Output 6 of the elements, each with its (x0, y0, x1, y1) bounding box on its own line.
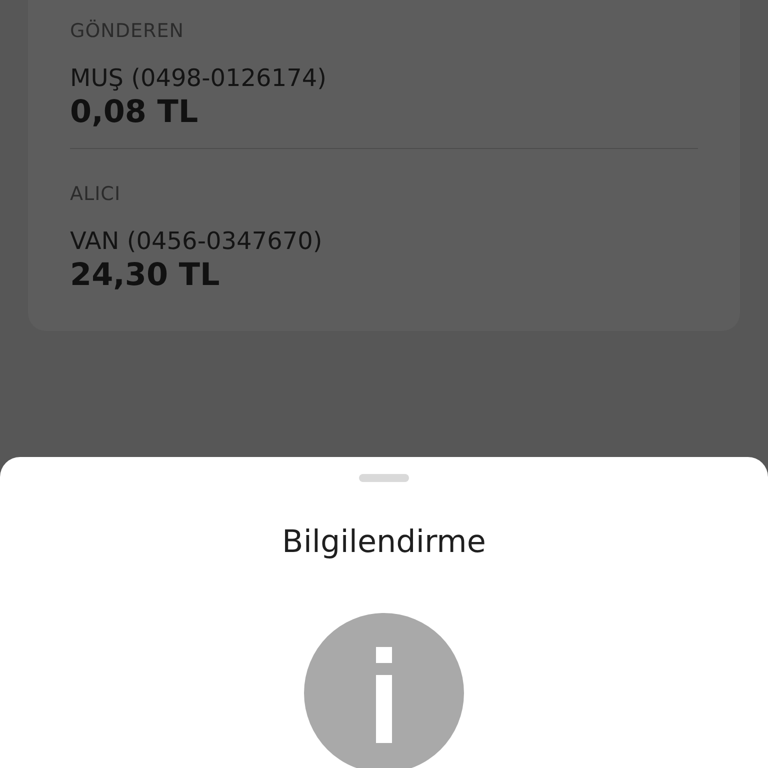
amount-text: 24,30 TL (70, 257, 220, 293)
account-text: VAN (0456-0347670) (70, 227, 322, 255)
sheet-title: Bilgilendirme (282, 524, 486, 560)
amount-text: 0,08 TL (70, 94, 198, 130)
account-text: MUŞ (0498-0126174) (70, 64, 326, 92)
drag-handle[interactable] (359, 474, 409, 482)
